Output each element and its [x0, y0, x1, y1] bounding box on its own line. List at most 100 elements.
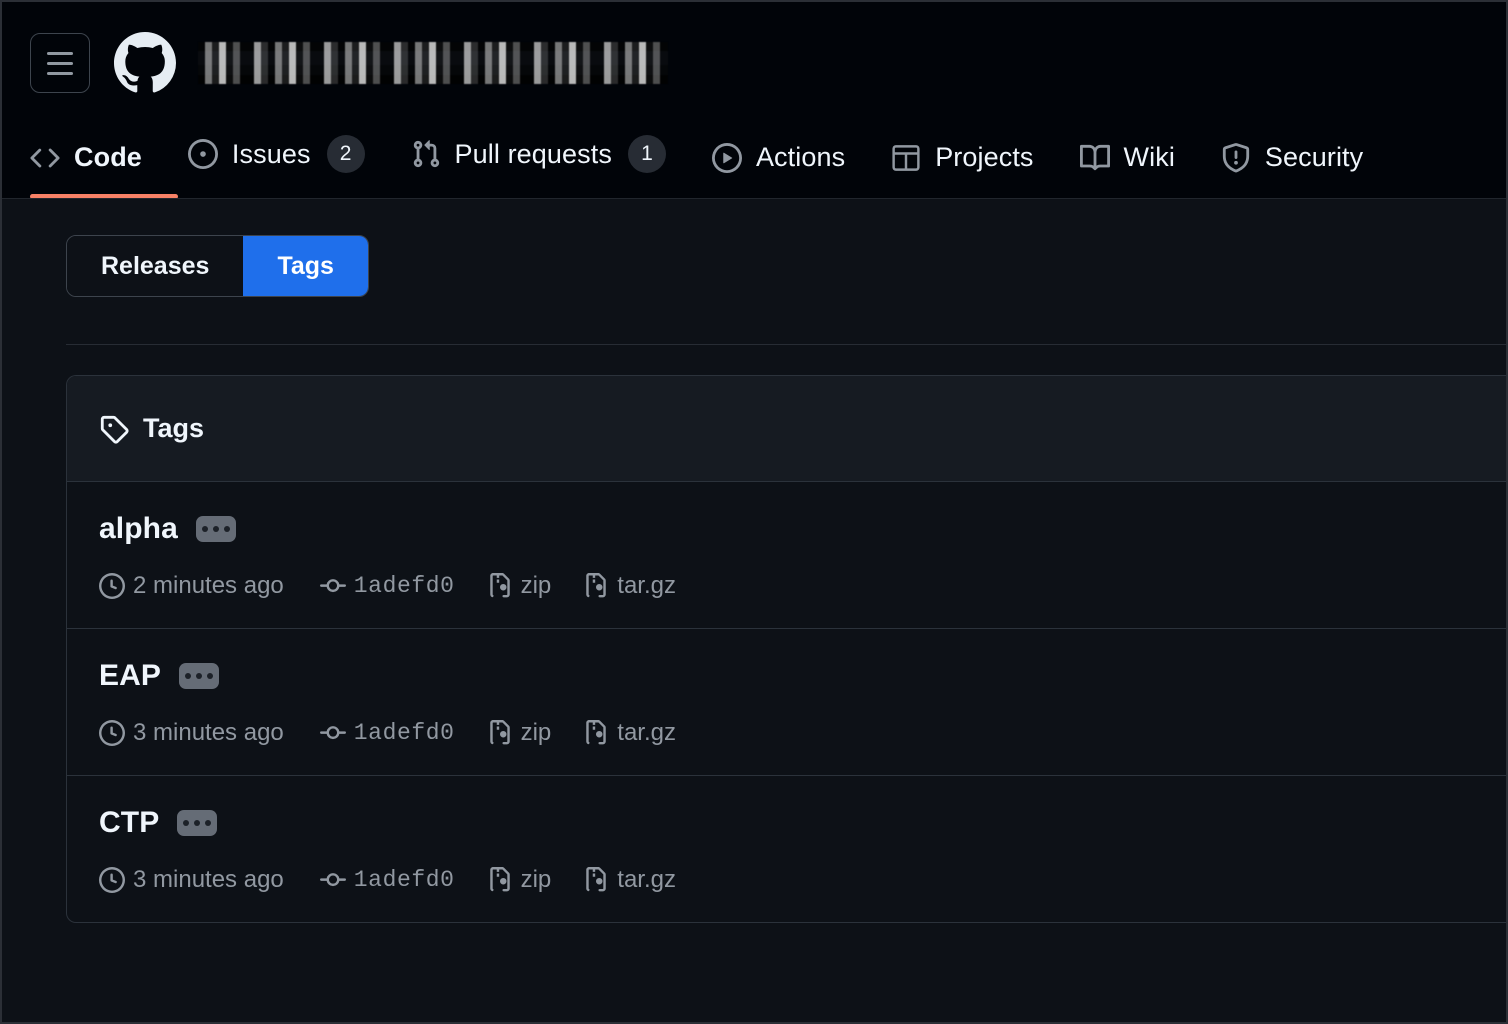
kebab-dot: [183, 820, 190, 826]
git-commit-icon: [319, 867, 346, 893]
code-icon: [30, 143, 60, 173]
tag-zip-download[interactable]: zip: [487, 719, 552, 747]
kebab-menu-icon[interactable]: [179, 663, 219, 689]
kebab-dot: [185, 673, 191, 679]
kebab-dot: [194, 820, 201, 826]
tag-commit[interactable]: 1adefd0: [319, 720, 455, 746]
file-zip-icon: [487, 720, 513, 746]
book-icon: [1079, 143, 1110, 173]
play-icon: [711, 142, 742, 173]
tab-projects[interactable]: Projects: [868, 142, 1056, 199]
tag-targz-download[interactable]: tar.gz: [583, 572, 676, 600]
pull-requests-counter: 1: [627, 135, 666, 173]
file-zip-icon: [583, 573, 609, 599]
tab-security[interactable]: Security: [1198, 142, 1386, 199]
repo-nav-tabs: Code Issues 2 Pull requests 1 Actions Pr…: [2, 106, 1506, 199]
file-zip-icon: [487, 573, 513, 599]
main-content: Releases Tags Tags alpha 2 minutes ago 1…: [2, 199, 1506, 1022]
tag-commit-sha: 1adefd0: [353, 573, 455, 599]
kebab-menu-icon[interactable]: [195, 516, 236, 542]
tag-targz-label: tar.gz: [617, 572, 676, 599]
tags-panel-title: Tags: [143, 413, 205, 443]
tab-wiki[interactable]: Wiki: [1057, 142, 1198, 199]
issue-icon: [187, 139, 218, 169]
tab-pull-requests[interactable]: Pull requests 1: [388, 135, 689, 199]
tag-zip-download[interactable]: zip: [487, 572, 552, 600]
kebab-menu-icon[interactable]: [177, 810, 218, 836]
tags-button[interactable]: Tags: [243, 236, 368, 296]
git-commit-icon: [319, 720, 346, 746]
tag-commit-sha: 1adefd0: [353, 720, 455, 746]
tag-row-head: EAP: [99, 659, 1474, 693]
tag-name-link[interactable]: alpha: [99, 512, 178, 546]
tag-targz-label: tar.gz: [617, 719, 676, 746]
header-top-row: [2, 2, 1506, 106]
section-divider: [66, 344, 1506, 345]
github-logo[interactable]: [114, 32, 176, 94]
tag-targz-label: tar.gz: [617, 866, 676, 893]
tag-icon: [99, 414, 129, 444]
kebab-dot: [223, 526, 230, 532]
tag-zip-label: zip: [520, 866, 552, 893]
kebab-dot: [201, 526, 208, 532]
github-tags-page: Code Issues 2 Pull requests 1 Actions Pr…: [0, 0, 1508, 1024]
shield-icon: [1221, 142, 1251, 173]
git-pull-request-icon: [411, 139, 441, 169]
tab-actions[interactable]: Actions: [689, 142, 868, 199]
clock-icon: [99, 867, 125, 893]
releases-tags-toggle: Releases Tags: [66, 235, 369, 297]
kebab-dot: [207, 673, 213, 679]
releases-button[interactable]: Releases: [67, 236, 244, 296]
tab-security-label: Security: [1264, 142, 1364, 172]
tag-row-meta: 3 minutes ago 1adefd0 zip tar.gz: [99, 866, 1474, 894]
tag-timestamp-text: 3 minutes ago: [133, 719, 284, 746]
menu-icon[interactable]: [30, 33, 90, 93]
tag-commit[interactable]: 1adefd0: [319, 573, 455, 599]
clock-icon: [99, 573, 125, 599]
tag-name-link[interactable]: EAP: [99, 659, 161, 693]
git-commit-icon: [319, 573, 346, 599]
table-row: alpha 2 minutes ago 1adefd0 zip tar.gz: [67, 482, 1506, 629]
clock-icon: [99, 720, 125, 746]
tab-actions-label: Actions: [755, 142, 846, 172]
tag-zip-label: zip: [520, 719, 552, 746]
tag-zip-download[interactable]: zip: [487, 866, 552, 894]
tag-targz-download[interactable]: tar.gz: [583, 719, 676, 747]
tag-zip-label: zip: [520, 572, 552, 599]
menu-bar: [47, 51, 73, 55]
file-zip-icon: [487, 867, 513, 893]
menu-bar: [47, 61, 73, 65]
tag-timestamp: 2 minutes ago: [99, 572, 284, 600]
kebab-dot: [205, 820, 212, 826]
file-zip-icon: [583, 867, 609, 893]
tab-issues-label: Issues: [231, 138, 311, 169]
tag-row-meta: 2 minutes ago 1adefd0 zip tar.gz: [99, 572, 1474, 600]
tag-timestamp: 3 minutes ago: [99, 719, 284, 747]
file-zip-icon: [583, 720, 609, 746]
table-row: CTP 3 minutes ago 1adefd0 zip tar.gz: [67, 776, 1506, 922]
tag-commit[interactable]: 1adefd0: [319, 867, 455, 893]
tag-row-head: CTP: [99, 806, 1474, 840]
tag-name-link[interactable]: CTP: [99, 806, 159, 840]
issues-counter: 2: [326, 135, 365, 173]
tab-code[interactable]: Code: [30, 142, 178, 199]
tag-commit-sha: 1adefd0: [353, 867, 455, 893]
tags-panel-header: Tags: [67, 376, 1506, 482]
tag-row-head: alpha: [99, 512, 1474, 546]
tag-timestamp-text: 3 minutes ago: [133, 866, 284, 893]
tag-timestamp: 3 minutes ago: [99, 866, 284, 894]
repo-title[interactable]: [198, 40, 668, 86]
tag-row-meta: 3 minutes ago 1adefd0 zip tar.gz: [99, 719, 1474, 747]
table-icon: [891, 143, 921, 173]
tab-issues[interactable]: Issues 2: [165, 135, 388, 199]
tags-panel: Tags alpha 2 minutes ago 1adefd0 zip tar…: [66, 375, 1506, 923]
tab-pull-requests-label: Pull requests: [454, 138, 612, 169]
tab-code-label: Code: [74, 142, 142, 172]
tag-timestamp-text: 2 minutes ago: [133, 572, 284, 599]
repo-title-redacted-text: [198, 42, 668, 84]
tab-wiki-label: Wiki: [1123, 142, 1175, 172]
table-row: EAP 3 minutes ago 1adefd0 zip tar.gz: [67, 629, 1506, 776]
kebab-dot: [196, 673, 202, 679]
tag-targz-download[interactable]: tar.gz: [583, 866, 676, 894]
tab-projects-label: Projects: [935, 142, 1034, 172]
